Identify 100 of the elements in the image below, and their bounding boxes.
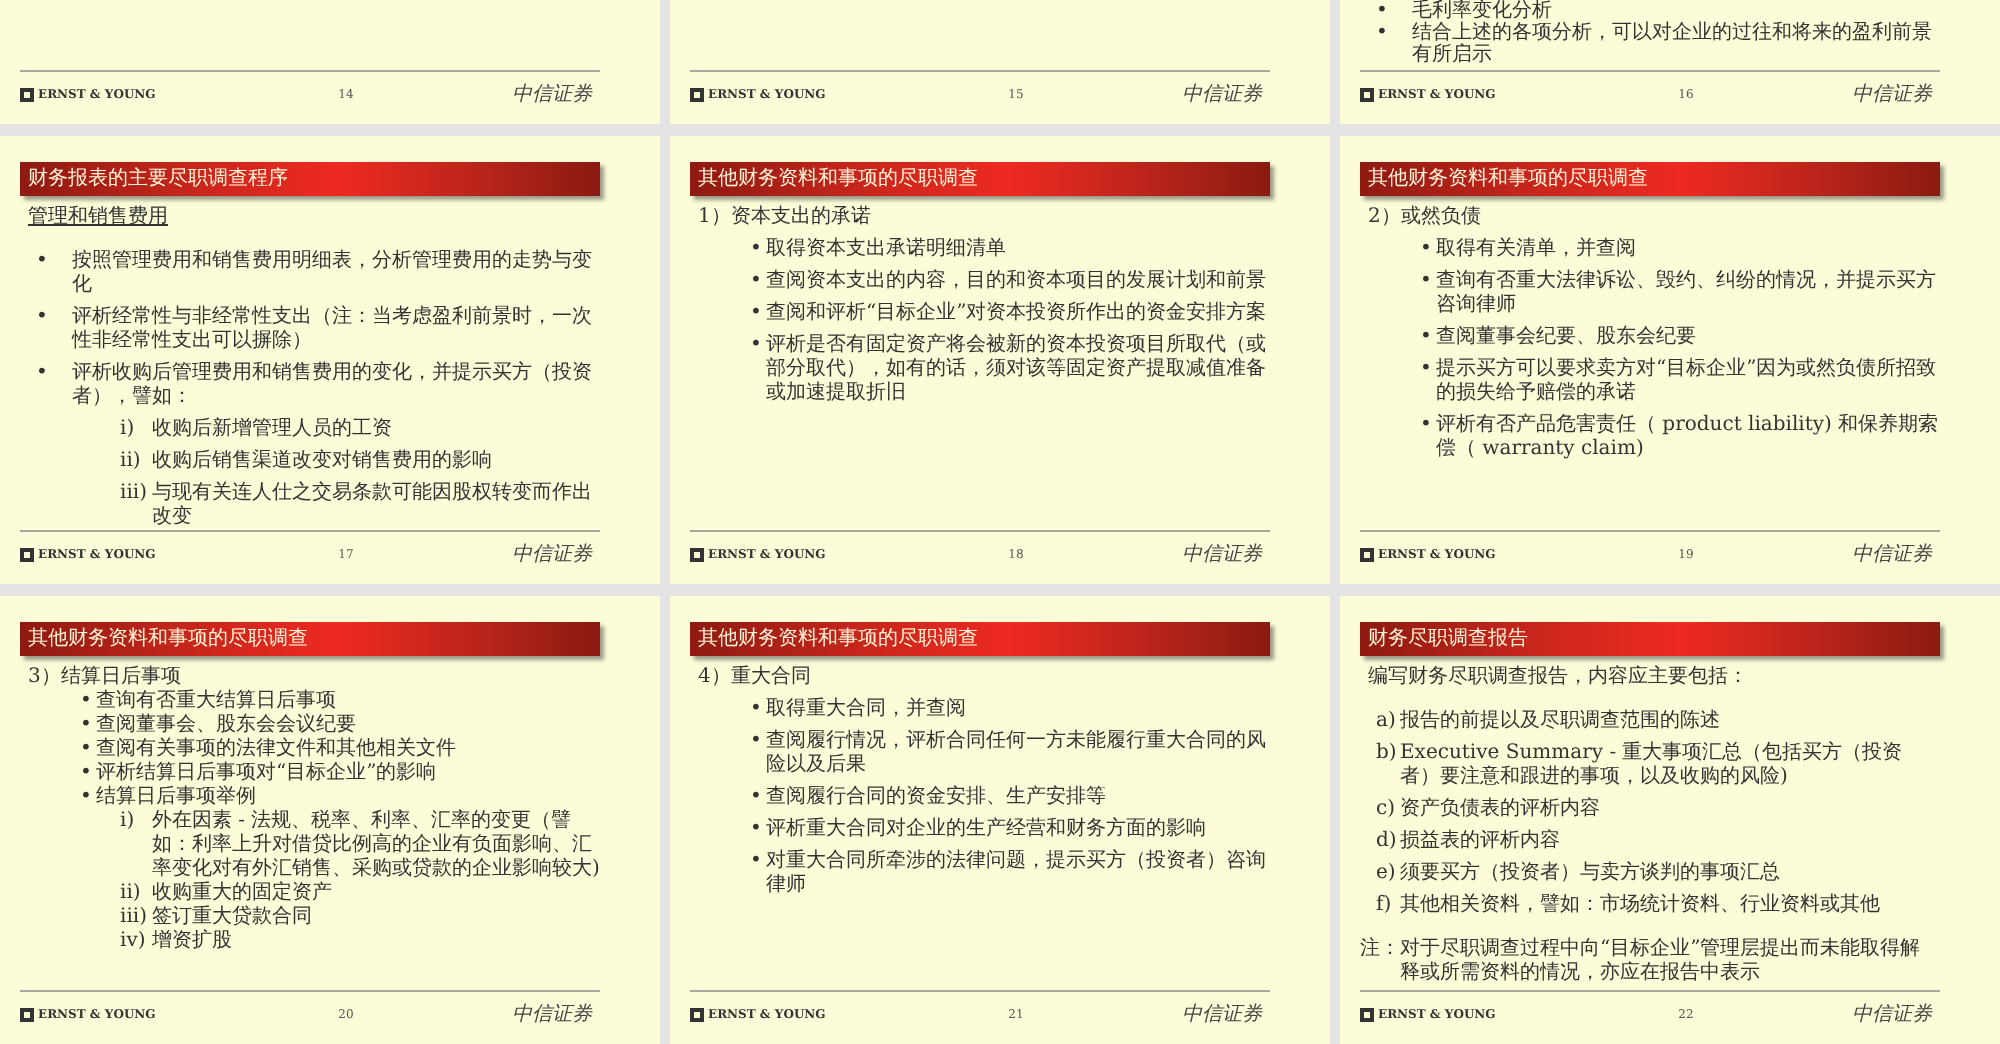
list-item-text: 按照管理费用和销售费用明细表，分析管理费用的走势与变化 <box>72 250 594 298</box>
list-marker: • <box>1420 326 1434 350</box>
brand-text: 中信证券 <box>1852 541 1935 568</box>
list-item-text: 查阅履行合同的资金安排、生产安排等 <box>766 786 1108 810</box>
list-item-text: 评析收购后管理费用和销售费用的变化，并提示买方（投资者），譬如： <box>72 362 594 410</box>
list-item-text: 资产负债表的评析内容 <box>1400 798 1602 822</box>
list-item-text: 查阅和评析“目标企业”对资本投资所作出的资金安排方案 <box>766 302 1269 326</box>
brand-text: 中信证券 <box>512 541 595 568</box>
section-subheading: 管理和销售费用 <box>26 206 170 230</box>
list-marker: d) <box>1376 830 1399 854</box>
list-marker: • <box>1376 0 1390 22</box>
list-marker: • <box>750 238 764 262</box>
list-item-text: 与现有关连人仕之交易条款可能因股权转变而作出改变 <box>152 482 594 530</box>
list-marker: • <box>1420 238 1434 262</box>
list-marker: e) <box>1376 862 1398 886</box>
list-marker: • <box>750 302 764 326</box>
list-item-text: 取得重大合同，并查阅 <box>766 698 968 722</box>
list-marker: • <box>36 250 50 276</box>
list-item-text: 对重大合同所牵涉的法律问题，提示买方（投资者）咨询律师 <box>766 850 1268 898</box>
list-marker: • <box>80 786 94 810</box>
logo-icon <box>20 1007 34 1021</box>
list-item-text: 查阅董事会、股东会会议纪要 <box>96 714 358 737</box>
list-item-text: 查询有否重大法律诉讼、毁约、纠纷的情况，并提示买方咨询律师 <box>1436 270 1938 318</box>
list-marker: iii) <box>120 906 149 930</box>
list-marker: • <box>750 698 764 722</box>
list-item-text: 签订重大贷款合同 <box>152 906 314 929</box>
list-item-text: 评析经常性与非经常性支出（注：当考虑盈利前景时，一次性非经常性支出可以摒除） <box>72 306 594 354</box>
list-item-text: 对于尽职调查过程中向“目标企业”管理层提出而未能取得解释或所需资料的情况，亦应在报告中表示 <box>1400 938 1923 986</box>
logo-icon <box>1360 1007 1374 1021</box>
logo-icon <box>690 547 704 561</box>
list-marker: • <box>1420 414 1434 440</box>
list-item-text: 查阅资本支出的内容，目的和资本项目的发展计划和前景 <box>766 270 1268 294</box>
slide-title: 其他财务资料和事项的尽职调查 <box>1360 162 1940 196</box>
list-item-text: 报告的前提以及尽职调查范围的陈述 <box>1400 710 1722 734</box>
logo-icon <box>1360 547 1374 561</box>
list-marker: • <box>750 270 764 294</box>
list-marker: • <box>1376 22 1390 48</box>
list-item-text: 评析重大合同对企业的生产经营和财务方面的影响 <box>766 818 1208 842</box>
list-item-text: Executive Summary - 重大事项汇总（包括买方（投资者）要注意和跟进的事项，以及收购的风险) <box>1400 742 1905 790</box>
list-marker: • <box>36 306 50 332</box>
list-marker: • <box>36 362 50 388</box>
list-marker: • <box>80 690 94 714</box>
section-heading: 1）资本支出的承诺 <box>696 206 873 230</box>
list-marker: i) <box>120 810 137 836</box>
list-marker: ii) <box>120 882 143 906</box>
list-item-text: 评析有否产品危害责任（ product liability) 和保养期索偿（ warranty claim) <box>1436 414 1940 462</box>
list-marker: b) <box>1376 742 1399 768</box>
brand-text: 中信证券 <box>512 81 595 108</box>
list-marker: • <box>80 738 94 762</box>
list-item-text: 评析是否有固定资产将会被新的资本投资项目所取代（或部分取代），如有的话，须对该等固定资产提取减值准备或加速提取折旧 <box>766 334 1268 406</box>
list-item-text: 结算日后事项举例 <box>96 786 258 809</box>
list-marker: 注： <box>1360 938 1400 964</box>
logo-icon <box>1360 87 1374 101</box>
list-item-text: 其他相关资料，譬如：市场统计资料、行业资料或其他 <box>1400 894 1882 918</box>
list-item-text: 收购后销售渠道改变对销售费用的影响 <box>152 450 494 474</box>
list-item-text: 取得资本支出承诺明细清单 <box>766 238 1008 262</box>
list-marker: • <box>750 786 764 810</box>
brand-text: 中信证券 <box>512 1001 595 1028</box>
list-marker: a) <box>1376 710 1398 734</box>
list-marker: • <box>1420 358 1434 384</box>
logo-icon <box>20 87 34 101</box>
list-marker: ii) <box>120 450 143 474</box>
slide-thumbnail[interactable] <box>0 596 660 1044</box>
slide-thumbnail[interactable] <box>0 136 660 584</box>
list-marker: f) <box>1376 894 1394 918</box>
section-heading: 3）结算日后事项 <box>26 666 183 689</box>
list-marker: iv) <box>120 930 148 954</box>
slide-title: 其他财务资料和事项的尽职调查 <box>20 622 600 656</box>
section-heading: 4）重大合同 <box>696 666 813 690</box>
list-marker: • <box>1420 270 1434 296</box>
list-item-text: 增资扩股 <box>152 930 234 954</box>
brand-text: 中信证券 <box>1182 541 1265 568</box>
slide-title: 财务尽职调查报告 <box>1360 622 1940 656</box>
brand-text: 中信证券 <box>1852 81 1935 108</box>
list-item-text: 查阅有关事项的法律文件和其他相关文件 <box>96 738 458 761</box>
list-marker: • <box>750 730 764 756</box>
list-marker: • <box>750 850 764 876</box>
list-item-text: 查询有否重大结算日后事项 <box>96 690 338 713</box>
list-item-text: 须要买方（投资者）与卖方谈判的事项汇总 <box>1400 862 1782 886</box>
list-marker: • <box>80 762 94 786</box>
list-item-text: 收购后新增管理人员的工资 <box>152 418 394 442</box>
list-marker: iii) <box>120 482 149 508</box>
slide-title: 其他财务资料和事项的尽职调查 <box>690 162 1270 196</box>
logo-icon <box>690 1007 704 1021</box>
section-heading: 2）或然负债 <box>1366 206 1483 230</box>
list-item-text: 外在因素 - 法规、税率、利率、汇率的变更（譬如：利率上升对借贷比例高的企业有负面影响、汇率变化对有外汇销售、采购或贷款的企业影响较大) <box>152 810 600 881</box>
logo-icon <box>20 547 34 561</box>
list-marker: i) <box>120 418 137 442</box>
brand-text: 中信证券 <box>1182 81 1265 108</box>
logo-icon <box>690 87 704 101</box>
list-item-text: 查阅董事会纪要、股东会纪要 <box>1436 326 1698 350</box>
list-item-text: 查阅履行情况，评析合同任何一方未能履行重大合同的风险以及后果 <box>766 730 1268 778</box>
list-item-text: 结合上述的各项分析，可以对企业的过往和将来的盈利前景有所启示 <box>1412 22 1934 66</box>
slide-thumbnail[interactable] <box>1340 596 2000 1044</box>
slide-title: 其他财务资料和事项的尽职调查 <box>690 622 1270 656</box>
list-item-text: 取得有关清单，并查阅 <box>1436 238 1638 262</box>
brand-text: 中信证券 <box>1182 1001 1265 1028</box>
list-item-text: 收购重大的固定资产 <box>152 882 334 905</box>
list-marker: c) <box>1376 798 1398 822</box>
brand-text: 中信证券 <box>1852 1001 1935 1028</box>
